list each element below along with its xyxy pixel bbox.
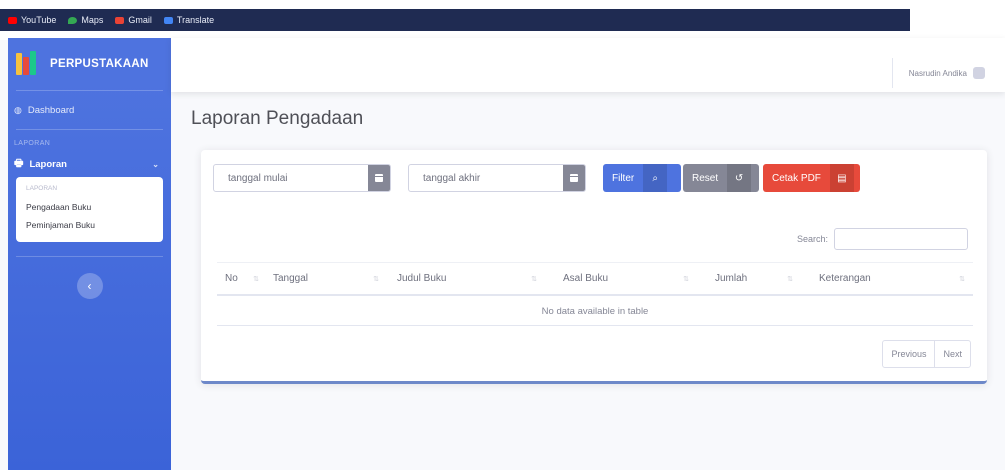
bookmark-label: Maps xyxy=(81,15,104,25)
sidebar: PERPUSTAKAAN ◍ Dashboard LAPORAN 🖶 Lapor… xyxy=(8,38,171,470)
next-button[interactable]: Next xyxy=(934,341,970,367)
youtube-icon xyxy=(8,16,17,24)
table-empty-message: No data available in table xyxy=(217,298,973,326)
user-dropdown[interactable]: Nasrudin Andika xyxy=(891,58,985,88)
report-card: tanggal mulai tanggal akhir Filter ⌕ Res… xyxy=(201,150,987,384)
column-header-keterangan[interactable]: Keterangan ⇅ xyxy=(801,263,973,294)
pdf-label: Cetak PDF xyxy=(772,172,821,184)
filter-button[interactable]: Filter ⌕ xyxy=(603,164,681,192)
column-header-no[interactable]: No ⇅ xyxy=(217,263,267,294)
column-label: Tanggal xyxy=(273,273,309,284)
search-icon: ⌕ xyxy=(643,164,668,192)
table-search: Search: xyxy=(797,228,969,250)
pagination: Previous Next xyxy=(882,340,971,368)
submenu-heading: LAPORAN xyxy=(26,185,58,192)
column-header-judul-buku[interactable]: Judul Buku ⇅ xyxy=(387,263,545,294)
column-header-tanggal[interactable]: Tanggal ⇅ xyxy=(267,263,387,294)
calendar-icon xyxy=(570,174,578,182)
submenu-item-peminjaman-buku[interactable]: Peminjaman Buku xyxy=(16,216,163,234)
page-title: Laporan Pengadaan xyxy=(191,108,364,129)
start-date-calendar-button[interactable] xyxy=(368,165,390,191)
column-label: No xyxy=(225,273,238,284)
file-pdf-icon: ▤ xyxy=(829,164,854,192)
sidebar-divider xyxy=(16,256,163,257)
avatar xyxy=(973,67,985,79)
topbar-divider xyxy=(891,58,893,88)
column-header-jumlah[interactable]: Jumlah ⇅ xyxy=(697,263,801,294)
bookmark-gmail[interactable]: Gmail xyxy=(115,15,152,25)
sort-icon: ⇅ xyxy=(959,275,965,283)
sort-icon: ⇅ xyxy=(531,275,537,283)
topbar: Nasrudin Andika xyxy=(171,38,1005,92)
brand-name: PERPUSTAKAAN xyxy=(50,58,149,70)
filter-label: Filter xyxy=(612,172,635,184)
sidebar-item-label: Laporan xyxy=(29,158,67,170)
print-icon: 🖶 xyxy=(14,157,24,169)
column-header-asal-buku[interactable]: Asal Buku ⇅ xyxy=(545,263,697,294)
bookmarks-strip: YouTube Maps Gmail Translate xyxy=(0,9,910,31)
search-input[interactable] xyxy=(834,228,969,250)
bookmark-translate[interactable]: Translate xyxy=(163,15,215,25)
sort-icon: ⇅ xyxy=(373,275,379,283)
start-date-group: tanggal mulai xyxy=(213,164,391,192)
column-label: Keterangan xyxy=(819,273,871,284)
username: Nasrudin Andika xyxy=(908,68,967,78)
print-pdf-button[interactable]: Cetak PDF ▤ xyxy=(763,164,860,192)
sidebar-item-laporan[interactable]: 🖶 Laporan ⌄ xyxy=(8,151,171,177)
bookmark-label: YouTube xyxy=(21,15,57,25)
bookmark-label: Translate xyxy=(176,15,215,25)
reset-label: Reset xyxy=(692,172,719,184)
sidebar-brand[interactable]: PERPUSTAKAAN xyxy=(8,38,171,90)
column-label: Judul Buku xyxy=(397,273,447,284)
end-date-group: tanggal akhir xyxy=(408,164,586,192)
dashboard-icon: ◍ xyxy=(14,104,22,115)
start-date-input[interactable]: tanggal mulai xyxy=(214,165,368,191)
column-label: Asal Buku xyxy=(563,273,609,284)
column-label: Jumlah xyxy=(715,273,748,284)
end-date-calendar-button[interactable] xyxy=(563,165,585,191)
books-logo-icon xyxy=(14,51,40,77)
bookmark-youtube[interactable]: YouTube xyxy=(8,15,56,25)
reset-button[interactable]: Reset ↺ xyxy=(683,164,759,192)
maps-icon xyxy=(68,16,78,24)
sidebar-item-dashboard[interactable]: ◍ Dashboard xyxy=(8,91,171,129)
sort-icon: ⇅ xyxy=(683,275,689,283)
translate-icon xyxy=(163,16,173,24)
undo-icon: ↺ xyxy=(727,164,752,192)
gmail-icon xyxy=(115,16,125,24)
bookmark-label: Gmail xyxy=(128,15,152,25)
bookmarks-bar: YouTube Maps Gmail Translate xyxy=(0,0,1005,40)
table-header: No ⇅ Tanggal ⇅ Judul Buku ⇅ Asal Buku ⇅ … xyxy=(217,262,973,296)
sort-icon: ⇅ xyxy=(253,275,259,283)
chevron-left-icon: ‹ xyxy=(87,279,92,293)
sidebar-heading: LAPORAN xyxy=(14,140,51,147)
laporan-submenu: LAPORAN Pengadaan Buku Peminjaman Buku xyxy=(16,177,163,242)
sort-icon: ⇅ xyxy=(787,275,793,283)
previous-button[interactable]: Previous xyxy=(883,341,934,367)
sidebar-toggle-button[interactable]: ‹ xyxy=(76,273,103,299)
search-label: Search: xyxy=(797,234,829,244)
bookmark-maps[interactable]: Maps xyxy=(68,15,103,25)
sidebar-item-label: Dashboard xyxy=(27,104,75,116)
calendar-icon xyxy=(375,174,383,182)
chevron-down-icon: ⌄ xyxy=(152,159,159,169)
submenu-item-pengadaan-buku[interactable]: Pengadaan Buku xyxy=(16,198,163,216)
end-date-input[interactable]: tanggal akhir xyxy=(409,165,563,191)
